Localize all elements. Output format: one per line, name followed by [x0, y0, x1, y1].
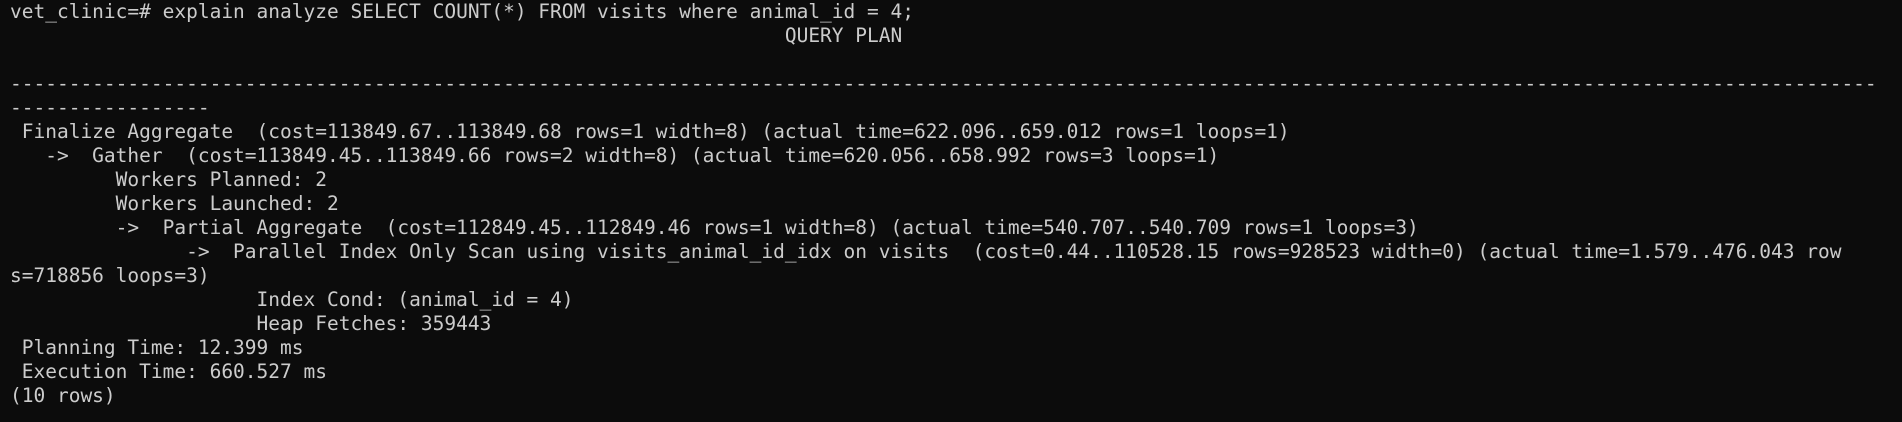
- plan-line-index-only-scan: -> Parallel Index Only Scan using visits…: [10, 240, 1842, 263]
- plan-line-gather: -> Gather (cost=113849.45..113849.66 row…: [10, 144, 1220, 167]
- plan-line-index-cond: Index Cond: (animal_id = 4): [10, 288, 574, 311]
- execution-time-line: Execution Time: 660.527 ms: [10, 360, 327, 383]
- row-count-line: (10 rows): [10, 384, 116, 407]
- separator-line: ----------------------------------------…: [10, 72, 1877, 95]
- plan-line-heap-fetches: Heap Fetches: 359443: [10, 312, 492, 335]
- plan-line-workers-launched: Workers Launched: 2: [10, 192, 339, 215]
- plan-line-partial-aggregate: -> Partial Aggregate (cost=112849.45..11…: [10, 216, 1419, 239]
- terminal-window[interactable]: vet_clinic=# explain analyze SELECT COUN…: [0, 0, 1902, 422]
- query-plan-header: QUERY PLAN: [10, 24, 903, 47]
- separator-line-continued: -----------------: [10, 96, 210, 119]
- planning-time-line: Planning Time: 12.399 ms: [10, 336, 304, 359]
- plan-line-workers-planned: Workers Planned: 2: [10, 168, 327, 191]
- plan-line-index-only-scan-wrap: s=718856 loops=3): [10, 264, 210, 287]
- plan-line-finalize-aggregate: Finalize Aggregate (cost=113849.67..1138…: [10, 120, 1290, 143]
- prompt-command-line: vet_clinic=# explain analyze SELECT COUN…: [10, 0, 914, 23]
